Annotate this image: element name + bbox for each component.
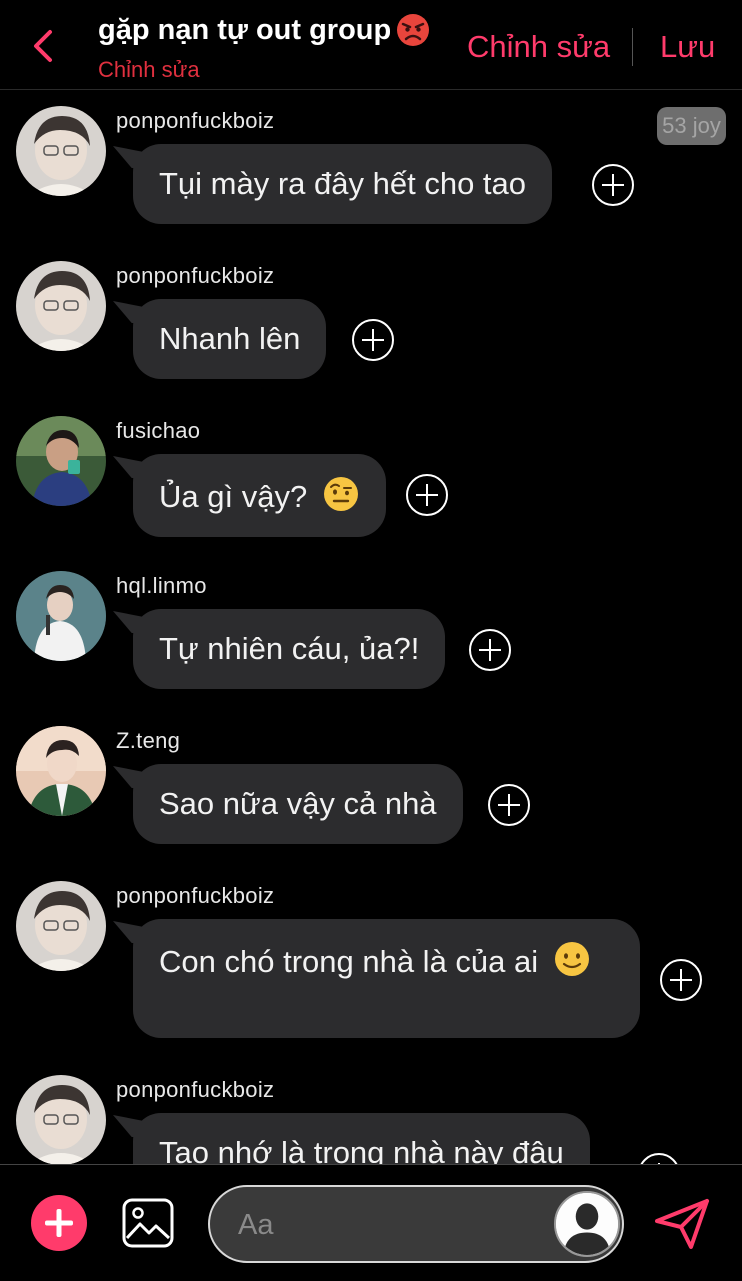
message-bubble[interactable]: Tao nhớ là trong nhà này đâu xyxy=(133,1113,590,1164)
add-attachment-button[interactable] xyxy=(31,1195,87,1251)
message-username: ponponfuckboiz xyxy=(116,263,275,288)
avatar[interactable] xyxy=(16,416,106,506)
angry-face-emoji-icon xyxy=(397,14,430,46)
header-divider xyxy=(632,28,633,66)
add-reaction-icon[interactable] xyxy=(352,319,394,361)
message-bubble[interactable]: Con chó trong nhà là của ai xyxy=(133,919,640,1038)
avatar[interactable] xyxy=(16,1075,106,1164)
avatar[interactable] xyxy=(16,881,106,971)
message-username: ponponfuckboiz xyxy=(116,883,275,908)
message-bubble[interactable]: Tụi mày ra đây hết cho tao xyxy=(133,144,553,224)
composer-bar xyxy=(0,1164,742,1281)
message-text: Nhanh lên xyxy=(159,321,301,356)
count-badge: 53 joy xyxy=(657,107,726,145)
avatar[interactable] xyxy=(16,106,106,196)
send-icon[interactable] xyxy=(653,1197,711,1251)
message-username: Z.teng xyxy=(116,728,181,753)
edit-button[interactable]: Chỉnh sửa xyxy=(467,29,610,65)
user-silhouette-icon[interactable] xyxy=(554,1191,620,1257)
message-input[interactable] xyxy=(238,1205,538,1245)
chat-screen: gặp nạn tự out group Chỉnh sửa Chỉnh sửa… xyxy=(0,0,742,1281)
avatar[interactable] xyxy=(16,726,106,816)
raised-eyebrow-emoji-icon xyxy=(323,477,358,511)
message-input-box[interactable] xyxy=(208,1185,624,1263)
message-username: hql.linmo xyxy=(116,573,207,598)
avatar[interactable] xyxy=(16,571,106,661)
message-text: Tụi mày ra đây hết cho tao xyxy=(159,166,527,201)
message-text: Sao nữa vậy cả nhà xyxy=(159,786,437,821)
message-list[interactable]: ponponfuckboiz Tụi mày ra đây hết cho ta… xyxy=(0,91,742,1164)
message-text: Ủa gì vậy? xyxy=(159,479,308,514)
message-bubble[interactable]: Ủa gì vậy? xyxy=(133,454,386,537)
message-bubble[interactable]: Sao nữa vậy cả nhà xyxy=(133,764,463,844)
image-icon[interactable] xyxy=(122,1198,174,1248)
message-bubble[interactable]: Tự nhiên cáu, ủa?! xyxy=(133,609,446,689)
subtitle-edit-link[interactable]: Chỉnh sửa xyxy=(98,57,200,83)
message-username: fusichao xyxy=(116,418,201,443)
avatar[interactable] xyxy=(16,261,106,351)
message-username: ponponfuckboiz xyxy=(116,108,275,133)
message-username: ponponfuckboiz xyxy=(116,1077,275,1102)
add-reaction-icon[interactable] xyxy=(488,784,530,826)
message-text: Tự nhiên cáu, ủa?! xyxy=(159,631,420,666)
add-reaction-icon[interactable] xyxy=(469,629,511,671)
group-title-text: gặp nạn tự out group xyxy=(98,13,392,46)
group-title: gặp nạn tự out group xyxy=(98,12,431,48)
add-reaction-icon[interactable] xyxy=(406,474,448,516)
add-reaction-icon[interactable] xyxy=(638,1153,680,1164)
chat-header: gặp nạn tự out group Chỉnh sửa Chỉnh sửa… xyxy=(0,0,742,90)
slightly-smiling-face-emoji-icon xyxy=(554,942,589,976)
save-button[interactable]: Lưu xyxy=(660,29,715,65)
add-reaction-icon[interactable] xyxy=(660,959,702,1001)
message-text: Con chó trong nhà là của ai xyxy=(159,944,539,979)
message-text: Tao nhớ là trong nhà này đâu xyxy=(159,1135,564,1164)
add-reaction-icon[interactable] xyxy=(592,164,634,206)
chevron-left-icon[interactable] xyxy=(28,28,60,64)
message-bubble[interactable]: Nhanh lên xyxy=(133,299,327,379)
